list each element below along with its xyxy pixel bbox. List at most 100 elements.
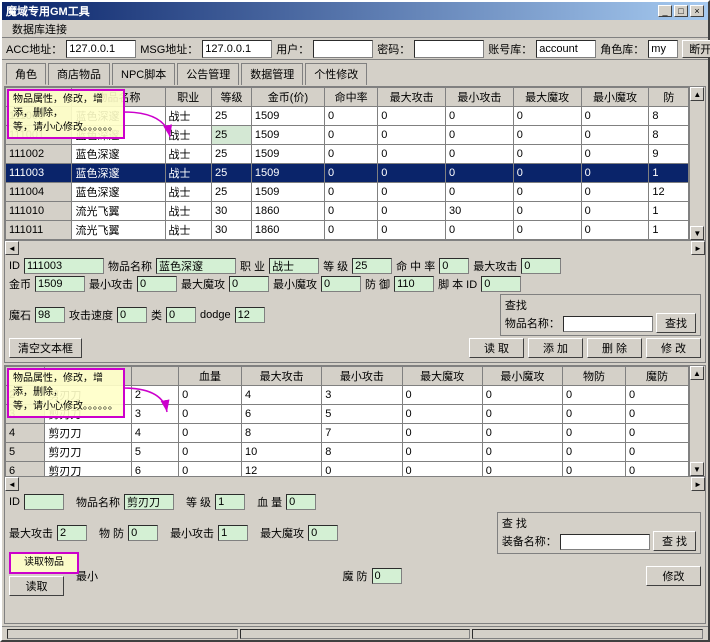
status-panel-3: [472, 629, 703, 639]
item-name-search-input[interactable]: [563, 316, 653, 332]
lminatk-input[interactable]: [218, 525, 248, 541]
pwd-label: 密码：: [377, 41, 410, 57]
lower-form-row-1: ID 物品名称 等 级 血 量: [9, 494, 701, 510]
main-window: 魔域专用GM工具 _ □ × 数据库连接 ACC地址： MSG地址： 用户： 密…: [0, 0, 710, 642]
name-input[interactable]: [156, 258, 236, 274]
tab-personal[interactable]: 个性修改: [305, 63, 367, 85]
minatk-input[interactable]: [137, 276, 177, 292]
lminmagic-label: 最小: [76, 568, 98, 584]
add-btn[interactable]: 添 加: [528, 338, 583, 358]
lmaxmagic-input[interactable]: [308, 525, 338, 541]
clear-btn[interactable]: 清空文本框: [9, 338, 82, 358]
lname-input[interactable]: [124, 494, 174, 510]
lower-modify-btn[interactable]: 修改: [646, 566, 701, 586]
lower-search-area: 查 找 装备名称： 查 找: [497, 512, 701, 554]
id-label: ID: [9, 260, 20, 272]
lscroll-up-btn[interactable]: ▲: [690, 366, 704, 380]
minmagic-label: 最小魔攻: [273, 276, 317, 292]
col-hit: 命中率: [325, 88, 378, 107]
upper-scrollbar[interactable]: ▲ ▼: [689, 87, 705, 240]
detail-form: ID 物品名称 职 业 等 级 命 中 率 最大攻击 金币 最: [5, 256, 705, 362]
def-input[interactable]: [394, 276, 434, 292]
table-row[interactable]: 111011流光飞翼战士30 1860000001: [6, 221, 689, 240]
lcol-mdef: 魔防: [625, 367, 688, 386]
lhscroll-track: [19, 477, 691, 492]
table-row[interactable]: 111004蓝色深邃战士25 15090000012: [6, 183, 689, 202]
del-btn[interactable]: 删 除: [587, 338, 642, 358]
acc-input[interactable]: [66, 40, 136, 58]
minmagic-input[interactable]: [321, 276, 361, 292]
modify-btn[interactable]: 修 改: [646, 338, 701, 358]
role-input[interactable]: [648, 40, 678, 58]
lower-search-btn[interactable]: 查 找: [653, 531, 696, 551]
lower-table-row[interactable]: 5剪刃刀5 01080000: [6, 443, 689, 462]
job-label: 职 业: [240, 258, 265, 274]
read-btn[interactable]: 读 取: [469, 338, 524, 358]
table-row[interactable]: 111002蓝色深邃战士25 1509000009: [6, 145, 689, 164]
gold-input[interactable]: [35, 276, 85, 292]
lminatk-label: 最小攻击: [170, 525, 214, 541]
lower-hscrollbar: ◄ ►: [5, 476, 705, 492]
table-row[interactable]: 111010流光飞翼战士30 18600030001: [6, 202, 689, 221]
tab-announce[interactable]: 公告管理: [177, 63, 239, 85]
status-bar: [2, 626, 708, 640]
lmaxmagic-label: 最大魔攻: [260, 525, 304, 541]
close-button[interactable]: ×: [690, 5, 704, 17]
level-input[interactable]: [352, 258, 392, 274]
scroll-down-btn[interactable]: ▼: [690, 226, 704, 240]
lscroll-track: [690, 380, 705, 462]
status-panel-2: [240, 629, 471, 639]
hit-label: 命 中 率: [396, 258, 435, 274]
table-row-selected[interactable]: 111003 蓝色深邃 战士 25 1509 0 0 0 0 0 1: [6, 164, 689, 183]
dodge-input[interactable]: [235, 307, 265, 323]
mstone-input[interactable]: [35, 307, 65, 323]
hit-input[interactable]: [439, 258, 469, 274]
level-label: 等 级: [323, 258, 348, 274]
lower-section: 物品属性，修改，增添，删除，等，请小心修改。。。。。。: [4, 365, 706, 624]
equip-name-input[interactable]: [560, 534, 650, 550]
user-input[interactable]: [313, 40, 373, 58]
lscroll-down-btn[interactable]: ▼: [690, 462, 704, 476]
lid-label: ID: [9, 496, 20, 508]
menu-db[interactable]: 数据库连接: [6, 20, 73, 38]
lmdef-input[interactable]: [372, 568, 402, 584]
job-input[interactable]: [269, 258, 319, 274]
minimize-button[interactable]: _: [658, 5, 672, 17]
toolbar: ACC地址： MSG地址： 用户： 密码： 账号库： 角色库： 断开: [2, 38, 708, 60]
db-input[interactable]: [536, 40, 596, 58]
ldef-input[interactable]: [128, 525, 158, 541]
tab-role[interactable]: 角色: [6, 63, 46, 85]
gold-label: 金币: [9, 276, 31, 292]
lid-input[interactable]: [24, 494, 64, 510]
lmaxatk-input[interactable]: [57, 525, 87, 541]
search-button[interactable]: 查找: [656, 313, 696, 333]
lscroll-left-btn[interactable]: ◄: [5, 477, 19, 491]
form-row-buttons: 清空文本框 读 取 添 加 删 除 修 改: [9, 338, 701, 358]
class-input[interactable]: [166, 307, 196, 323]
msg-input[interactable]: [202, 40, 272, 58]
tab-items[interactable]: 商店物品: [48, 63, 110, 85]
lower-table-row[interactable]: 6剪刃刀6 01200000: [6, 462, 689, 477]
connect-button[interactable]: 断开: [682, 40, 710, 58]
maximize-button[interactable]: □: [674, 5, 688, 17]
scroll-up-btn[interactable]: ▲: [690, 87, 704, 101]
equip-name-label: 装备名称：: [502, 536, 557, 548]
llevel-input[interactable]: [215, 494, 245, 510]
title-bar: 魔域专用GM工具 _ □ ×: [2, 2, 708, 20]
tab-npc[interactable]: NPC脚本: [112, 63, 175, 85]
tab-data[interactable]: 数据管理: [241, 63, 303, 85]
lower-table-row[interactable]: 4剪刃刀4 0870000: [6, 424, 689, 443]
lscroll-right-btn[interactable]: ►: [691, 477, 705, 491]
pwd-input[interactable]: [414, 40, 484, 58]
lhp-input[interactable]: [286, 494, 316, 510]
maxmagic-input[interactable]: [229, 276, 269, 292]
maxatk-input[interactable]: [521, 258, 561, 274]
id-input[interactable]: [24, 258, 104, 274]
scroll-right-btn[interactable]: ►: [691, 241, 705, 255]
foot-input[interactable]: [481, 276, 521, 292]
read-item-annotation: 读取物品: [9, 552, 79, 574]
lower-read-btn[interactable]: 读取: [9, 576, 64, 596]
atkspd-input[interactable]: [117, 307, 147, 323]
scroll-left-btn[interactable]: ◄: [5, 241, 19, 255]
lower-vscrollbar[interactable]: ▲ ▼: [689, 366, 705, 476]
